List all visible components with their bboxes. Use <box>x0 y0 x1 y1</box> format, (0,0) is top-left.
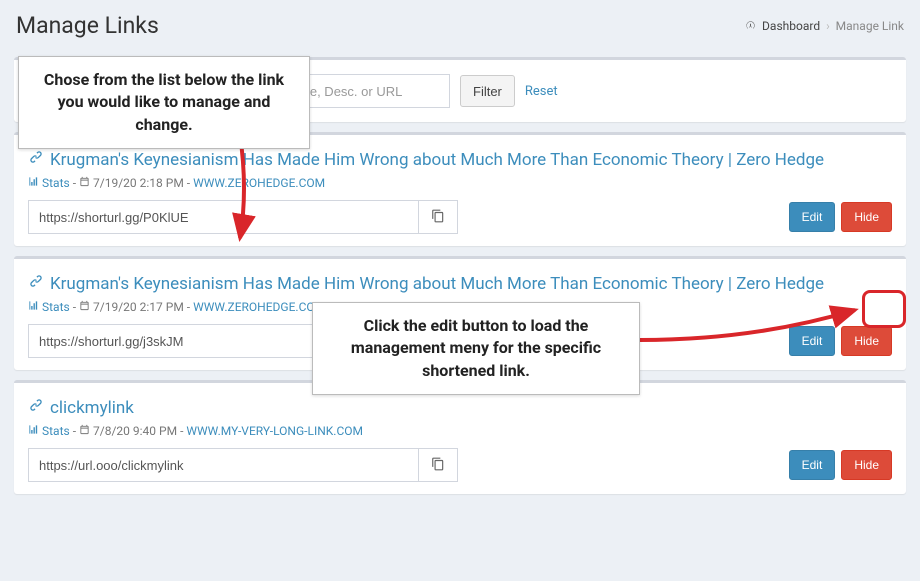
breadcrumb-sep: › <box>826 19 830 33</box>
link-date: 7/19/20 2:18 PM <box>93 176 184 190</box>
stats-icon <box>28 300 39 314</box>
edit-button[interactable]: Edit <box>789 450 836 480</box>
stats-link[interactable]: Stats <box>42 424 70 438</box>
copy-button[interactable] <box>418 200 458 234</box>
link-meta: Stats - 7/8/20 9:40 PM - WWW.MY-VERY-LON… <box>28 424 892 438</box>
callout-choose-link: Chose from the list below the link you w… <box>18 56 310 149</box>
link-title-text: clickmylink <box>50 398 134 418</box>
link-icon <box>28 149 44 170</box>
short-url-field[interactable] <box>28 448 418 482</box>
copy-icon <box>431 209 445 226</box>
breadcrumb: Dashboard › Manage Link <box>745 19 904 33</box>
callout-edit-button: Click the edit button to load the manage… <box>312 302 640 395</box>
dashboard-icon <box>745 20 756 31</box>
breadcrumb-home[interactable]: Dashboard <box>762 19 820 33</box>
filter-button[interactable]: Filter <box>460 75 515 107</box>
link-date: 7/19/20 2:17 PM <box>93 300 184 314</box>
link-title[interactable]: Krugman's Keynesianism Has Made Him Wron… <box>28 273 892 294</box>
link-domain[interactable]: WWW.MY-VERY-LONG-LINK.COM <box>186 424 363 438</box>
link-icon <box>28 273 44 294</box>
link-title-text: Krugman's Keynesianism Has Made Him Wron… <box>50 150 824 170</box>
reset-link[interactable]: Reset <box>525 84 558 99</box>
edit-button[interactable]: Edit <box>789 202 836 232</box>
stats-icon <box>28 424 39 438</box>
stats-link[interactable]: Stats <box>42 176 70 190</box>
breadcrumb-current: Manage Link <box>836 19 904 33</box>
hide-button[interactable]: Hide <box>841 202 892 232</box>
edit-button[interactable]: Edit <box>789 326 836 356</box>
short-url-field[interactable] <box>28 200 418 234</box>
stats-link[interactable]: Stats <box>42 300 70 314</box>
link-card: clickmylink Stats - 7/8/20 9:40 PM - WWW… <box>14 380 906 494</box>
link-title[interactable]: Krugman's Keynesianism Has Made Him Wron… <box>28 149 892 170</box>
link-title-text: Krugman's Keynesianism Has Made Him Wron… <box>50 274 824 294</box>
link-domain[interactable]: WWW.ZEROHEDGE.COM <box>193 176 325 190</box>
stats-icon <box>28 176 39 190</box>
calendar-icon <box>79 176 90 190</box>
link-date: 7/8/20 9:40 PM <box>93 424 177 438</box>
calendar-icon <box>79 300 90 314</box>
hide-button[interactable]: Hide <box>841 326 892 356</box>
link-title[interactable]: clickmylink <box>28 397 892 418</box>
page-title: Manage Links <box>16 12 159 39</box>
link-icon <box>28 397 44 418</box>
copy-button[interactable] <box>418 448 458 482</box>
calendar-icon <box>79 424 90 438</box>
hide-button[interactable]: Hide <box>841 450 892 480</box>
link-domain[interactable]: WWW.ZEROHEDGE.COM <box>193 300 325 314</box>
link-meta: Stats - 7/19/20 2:18 PM - WWW.ZEROHEDGE.… <box>28 176 892 190</box>
copy-icon <box>431 457 445 474</box>
